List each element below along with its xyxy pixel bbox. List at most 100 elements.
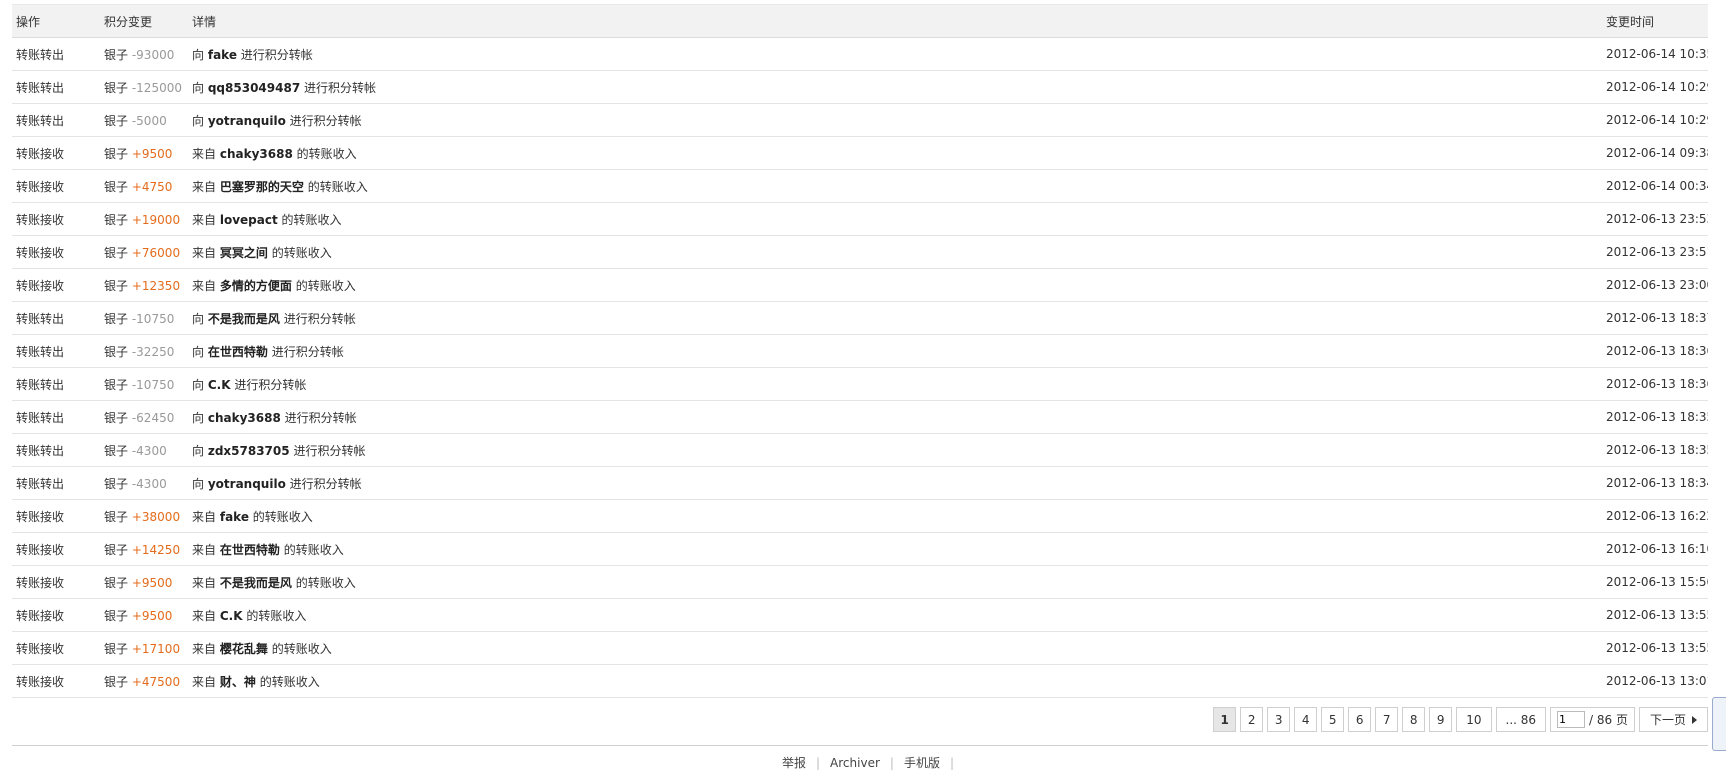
footer-separator: | bbox=[949, 756, 954, 770]
detail-cell: 向 yotranquilo 进行积分转帐 bbox=[188, 103, 1602, 137]
user-link[interactable]: yotranquilo bbox=[208, 114, 286, 128]
detail-cell: 来自 巴塞罗那的天空 的转账收入 bbox=[188, 169, 1602, 203]
user-link[interactable]: chaky3688 bbox=[208, 411, 281, 425]
change-time-cell: 2012-06-13 13:55 bbox=[1602, 598, 1708, 632]
page-current[interactable]: 1 bbox=[1213, 707, 1237, 732]
user-link[interactable]: chaky3688 bbox=[220, 147, 293, 161]
operation-cell: 转账转出 bbox=[12, 400, 100, 434]
operation-cell: 转账转出 bbox=[12, 433, 100, 467]
detail-cell: 向 不是我而是风 进行积分转帐 bbox=[188, 301, 1602, 335]
change-time-cell: 2012-06-14 10:29 bbox=[1602, 70, 1708, 104]
change-time-cell: 2012-06-13 23:00 bbox=[1602, 268, 1708, 302]
page-link[interactable]: 5 bbox=[1321, 707, 1345, 732]
detail-prefix: 向 bbox=[192, 344, 205, 359]
user-link[interactable]: qq853049487 bbox=[208, 81, 300, 95]
detail-prefix: 来自 bbox=[192, 641, 217, 656]
detail-cell: 来自 chaky3688 的转账收入 bbox=[188, 136, 1602, 170]
table-row: 转账转出 银子 -5000 向 yotranquilo 进行积分转帐 2012-06-… bbox=[12, 103, 1708, 137]
user-link[interactable]: lovepact bbox=[220, 213, 278, 227]
page-jump: / 86 页 bbox=[1550, 707, 1635, 732]
change-time-cell: 2012-06-13 13:55 bbox=[1602, 631, 1708, 665]
detail-prefix: 向 bbox=[192, 47, 205, 62]
user-link[interactable]: 不是我而是风 bbox=[220, 576, 292, 590]
operation-cell: 转账接收 bbox=[12, 169, 100, 203]
page-link[interactable]: 8 bbox=[1402, 707, 1426, 732]
detail-suffix: 进行积分转帐 bbox=[271, 344, 344, 359]
operation-cell: 转账接收 bbox=[12, 499, 100, 533]
amount-value: -93000 bbox=[131, 47, 175, 62]
detail-cell: 来自 C.K 的转账收入 bbox=[188, 598, 1602, 632]
detail-suffix: 的转账收入 bbox=[252, 509, 313, 524]
user-link[interactable]: 多情的方便面 bbox=[220, 279, 292, 293]
page-link[interactable]: 7 bbox=[1375, 707, 1399, 732]
page-link[interactable]: 6 bbox=[1348, 707, 1372, 732]
user-link[interactable]: 冥冥之间 bbox=[220, 246, 268, 260]
detail-prefix: 向 bbox=[192, 410, 205, 425]
user-link[interactable]: fake bbox=[208, 48, 237, 62]
detail-cell: 来自 樱花乱舞 的转账收入 bbox=[188, 631, 1602, 665]
detail-cell: 向 fake 进行积分转帐 bbox=[188, 37, 1602, 71]
header-change-time: 变更时间 bbox=[1602, 4, 1708, 38]
user-link[interactable]: 财、神 bbox=[220, 675, 256, 689]
detail-prefix: 向 bbox=[192, 311, 205, 326]
operation-cell: 转账接收 bbox=[12, 136, 100, 170]
table-row: 转账接收 银子 +17100 来自 樱花乱舞 的转账收入 2012-06-13 13:… bbox=[12, 631, 1708, 665]
detail-cell: 来自 多情的方便面 的转账收入 bbox=[188, 268, 1602, 302]
table-row: 转账转出 银子 -32250 向 在世西特勒 进行积分转帐 2012-06-13 18… bbox=[12, 334, 1708, 368]
currency-label: 银子 bbox=[104, 509, 129, 524]
user-link[interactable]: C.K bbox=[220, 609, 243, 623]
currency-label: 银子 bbox=[104, 674, 129, 689]
credit-log-table: 操作 积分变更 详情 变更时间 转账转出 银子 -93000 向 fake 进行积分… bbox=[12, 4, 1708, 698]
user-link[interactable]: zdx5783705 bbox=[208, 444, 290, 458]
user-link[interactable]: 巴塞罗那的天空 bbox=[220, 180, 304, 194]
page-total-label: / 86 页 bbox=[1589, 713, 1628, 727]
user-link[interactable]: 在世西特勒 bbox=[208, 345, 268, 359]
amount-value: +9500 bbox=[131, 575, 173, 590]
change-time-cell: 2012-06-14 10:35 bbox=[1602, 37, 1708, 71]
table-row: 转账接收 银子 +38000 来自 fake 的转账收入 2012-06-13 16:… bbox=[12, 499, 1708, 533]
detail-prefix: 来自 bbox=[192, 146, 217, 161]
table-row: 转账接收 银子 +12350 来自 多情的方便面 的转账收入 2012-06-13 2… bbox=[12, 268, 1708, 302]
currency-label: 银子 bbox=[104, 575, 129, 590]
amount-value: -125000 bbox=[131, 80, 182, 95]
footer-link[interactable]: Archiver bbox=[820, 756, 890, 770]
page-link[interactable]: 9 bbox=[1429, 707, 1453, 732]
footer-divider bbox=[12, 745, 1708, 746]
back-to-top-tab[interactable] bbox=[1712, 697, 1726, 751]
page-jump-input[interactable] bbox=[1557, 711, 1586, 728]
operation-cell: 转账转出 bbox=[12, 334, 100, 368]
user-link[interactable]: fake bbox=[220, 510, 249, 524]
amount-value: +76000 bbox=[131, 245, 181, 260]
footer-link[interactable]: 手机版 bbox=[894, 756, 950, 770]
change-time-cell: 2012-06-13 23:53 bbox=[1602, 202, 1708, 236]
user-link[interactable]: C.K bbox=[208, 378, 231, 392]
page-link[interactable]: 2 bbox=[1240, 707, 1264, 732]
detail-prefix: 向 bbox=[192, 113, 205, 128]
detail-suffix: 的转账收入 bbox=[307, 179, 368, 194]
detail-prefix: 来自 bbox=[192, 542, 217, 557]
operation-cell: 转账转出 bbox=[12, 367, 100, 401]
amount-value: -10750 bbox=[131, 377, 175, 392]
detail-suffix: 的转账收入 bbox=[283, 542, 344, 557]
table-row: 转账接收 银子 +9500 来自 C.K 的转账收入 2012-06-13 13:55 bbox=[12, 598, 1708, 632]
change-time-cell: 2012-06-13 18:35 bbox=[1602, 433, 1708, 467]
user-link[interactable]: 不是我而是风 bbox=[208, 312, 280, 326]
detail-cell: 来自 财、神 的转账收入 bbox=[188, 664, 1602, 698]
table-row: 转账转出 银子 -10750 向 C.K 进行积分转帐 2012-06-13 18:3… bbox=[12, 367, 1708, 401]
detail-suffix: 的转账收入 bbox=[271, 641, 332, 656]
page-last-link[interactable]: ... 86 bbox=[1495, 707, 1547, 732]
page-link[interactable]: 10 bbox=[1456, 707, 1492, 732]
detail-suffix: 进行积分转帐 bbox=[283, 311, 356, 326]
next-page-button[interactable]: 下一页 bbox=[1638, 707, 1708, 732]
amount-value: +9500 bbox=[131, 146, 173, 161]
user-link[interactable]: yotranquilo bbox=[208, 477, 286, 491]
page-link[interactable]: 3 bbox=[1267, 707, 1291, 732]
page-link[interactable]: 4 bbox=[1294, 707, 1318, 732]
detail-cell: 来自 冥冥之间 的转账收入 bbox=[188, 235, 1602, 269]
currency-label: 银子 bbox=[104, 542, 129, 557]
currency-label: 银子 bbox=[104, 47, 129, 62]
footer-link[interactable]: 举报 bbox=[772, 756, 816, 770]
user-link[interactable]: 樱花乱舞 bbox=[220, 642, 268, 656]
user-link[interactable]: 在世西特勒 bbox=[220, 543, 280, 557]
detail-cell: 来自 在世西特勒 的转账收入 bbox=[188, 532, 1602, 566]
